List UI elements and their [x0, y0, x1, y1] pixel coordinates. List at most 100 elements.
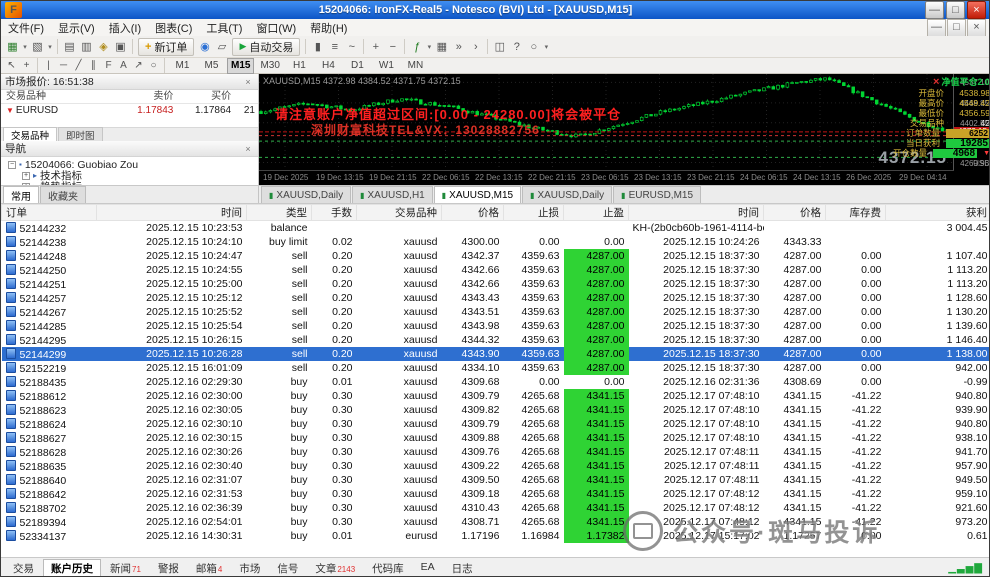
order-row[interactable]: 52188624 2025.12.16 02:30:10 buy 0.30 xauusd…	[2, 417, 990, 431]
menu-item-5[interactable]: 窗口(W)	[249, 19, 303, 37]
mw-column-0[interactable]: 交易品种	[1, 90, 112, 103]
bottom-tab-2[interactable]: 新闻 71	[102, 559, 149, 577]
dropdown-icon[interactable]: ▾	[21, 39, 29, 55]
timeframe-d1-button[interactable]: D1	[344, 58, 371, 74]
minimize-icon[interactable]: —	[925, 1, 944, 19]
bottom-tab-7[interactable]: 文章 2143	[307, 559, 363, 577]
col-sl[interactable]: 止损	[503, 204, 564, 221]
menu-restore-icon[interactable]: □	[947, 18, 966, 37]
shift-icon[interactable]: ›	[467, 39, 484, 55]
mw-column-2[interactable]: 买价	[173, 90, 231, 103]
zoom-in-icon[interactable]: +	[367, 39, 384, 55]
order-row[interactable]: 52189394 2025.12.16 02:54:01 buy 0.30 xauusd…	[2, 515, 990, 529]
navigator-tab-1[interactable]: 收藏夹	[40, 186, 86, 203]
nav-close-icon[interactable]: ×	[242, 141, 254, 157]
col-profit[interactable]: 获利	[885, 204, 989, 221]
chart-tab-3[interactable]: ▮ XAUUSD,Daily	[522, 186, 613, 203]
chart-tab-2[interactable]: ▮ XAUUSD,M15	[433, 186, 522, 203]
menu-item-2[interactable]: 插入(I)	[102, 19, 148, 37]
candles-icon[interactable]: ▮	[309, 39, 326, 55]
col-symbol[interactable]: 交易品种	[356, 204, 442, 221]
bottom-tab-1[interactable]: 账户历史	[43, 558, 101, 576]
timeframe-h1-button[interactable]: H1	[286, 58, 313, 74]
order-row[interactable]: 52188623 2025.12.16 02:30:05 buy 0.30 xauusd…	[2, 403, 990, 417]
vline-icon[interactable]: |	[41, 59, 56, 72]
timeframe-m30-button[interactable]: M30	[256, 58, 283, 74]
mql5-icon[interactable]: ◉	[196, 39, 213, 55]
order-row[interactable]: 52188612 2025.12.16 02:30:00 buy 0.30 xauusd…	[2, 389, 990, 403]
order-row[interactable]: 52144267 2025.12.15 10:25:52 sell 0.20 xauus…	[2, 305, 990, 319]
order-row[interactable]: 52334137 2025.12.16 14:30:31 buy 0.01 eurusd…	[2, 529, 990, 543]
mw-column-1[interactable]: 卖价	[112, 90, 173, 103]
indicators-icon[interactable]: ƒ	[408, 39, 425, 55]
windows-icon[interactable]: ◫	[491, 39, 508, 55]
order-row[interactable]: 52188702 2025.12.16 02:36:39 buy 0.30 xauusd…	[2, 501, 990, 515]
messages-icon[interactable]: ▱	[213, 39, 230, 55]
order-row[interactable]: 52144295 2025.12.15 10:26:15 sell 0.20 xauus…	[2, 333, 990, 347]
new-order-button[interactable]: + 新订单	[138, 37, 195, 56]
bottom-tab-3[interactable]: 警报	[150, 559, 187, 577]
col-close-time[interactable]: 时间	[628, 204, 764, 221]
profiles-icon[interactable]: ▧	[29, 39, 46, 55]
col-tp[interactable]: 止盈	[563, 204, 629, 221]
timeframe-m5-button[interactable]: M5	[198, 58, 225, 74]
chart-area[interactable]: XAUUSD,M15 4372.98 4384.52 4371.75 4372.…	[259, 74, 989, 185]
menu-item-1[interactable]: 显示(V)	[51, 19, 102, 37]
dropdown-icon[interactable]: ▾	[46, 39, 54, 55]
text-icon[interactable]: A	[116, 59, 131, 72]
hline-icon[interactable]: ─	[56, 59, 71, 72]
order-row[interactable]: 52144232 2025.12.15 10:23:53 balance KH-(2b…	[2, 221, 990, 236]
bottom-tab-0[interactable]: 交易	[5, 559, 42, 577]
order-row[interactable]: 52188435 2025.12.16 02:29:30 buy 0.01 xauusd…	[2, 375, 990, 389]
timeframe-w1-button[interactable]: W1	[373, 58, 400, 74]
col-open-time[interactable]: 时间	[96, 204, 247, 221]
cursor-icon[interactable]: ↖	[4, 59, 19, 72]
bottom-tab-10[interactable]: 日志	[444, 559, 481, 577]
market-watch-icon[interactable]: ▤	[61, 39, 78, 55]
timeframe-h4-button[interactable]: H4	[315, 58, 342, 74]
col-close-price[interactable]: 价格	[763, 204, 826, 221]
chart-tab-0[interactable]: ▮ XAUUSD,Daily	[261, 186, 352, 203]
maximize-icon[interactable]: □	[946, 1, 965, 19]
order-row[interactable]: 52152219 2025.12.15 16:01:09 sell 0.20 xauus…	[2, 361, 990, 375]
order-row[interactable]: 52144299 2025.12.15 10:26:28 sell 0.20 xauus…	[1, 347, 989, 361]
timeframe-m1-button[interactable]: M1	[169, 58, 196, 74]
dropdown-icon[interactable]: ▾	[425, 39, 433, 55]
market-watch-row[interactable]: ▼ EURUSD 1.17843 1.17864 21	[1, 104, 258, 117]
order-row[interactable]: 52188627 2025.12.16 02:30:15 buy 0.30 xauusd…	[2, 431, 990, 445]
new-chart-icon[interactable]: ▦	[4, 39, 21, 55]
channel-icon[interactable]: ∥	[86, 59, 101, 72]
bottom-tab-9[interactable]: EA	[413, 559, 443, 577]
order-row[interactable]: 52144250 2025.12.15 10:24:55 sell 0.20 xauus…	[2, 263, 990, 277]
shapes-icon[interactable]: ○	[146, 59, 161, 72]
bottom-tab-8[interactable]: 代码库	[364, 559, 412, 577]
chart-tab-4[interactable]: ▮ EURUSD,M15	[613, 186, 702, 203]
menu-minimize-icon[interactable]: —	[927, 18, 946, 37]
bottom-tab-4[interactable]: 邮箱 4	[188, 559, 230, 577]
grid-icon[interactable]: ▦	[433, 39, 450, 55]
expand-plus-icon[interactable]: +	[22, 171, 30, 180]
order-row[interactable]: 52188642 2025.12.16 02:31:53 buy 0.30 xauusd…	[2, 487, 990, 501]
time-axis[interactable]: 19 Dec 2025 19 Dec 13:15 19 Dec 21:15 22 De…	[259, 170, 954, 185]
col-order[interactable]: 订单	[1, 204, 97, 221]
menu-item-0[interactable]: 文件(F)	[1, 19, 51, 37]
col-price[interactable]: 价格	[441, 204, 504, 221]
collapse-minus-icon[interactable]: −	[8, 160, 16, 169]
col-swap[interactable]: 库存费	[825, 204, 886, 221]
navigator-icon[interactable]: ◈	[95, 39, 112, 55]
bars-icon[interactable]: ≡	[326, 39, 343, 55]
chart-tab-1[interactable]: ▮ XAUUSD,H1	[352, 186, 433, 203]
order-row[interactable]: 52144248 2025.12.15 10:24:47 sell 0.20 xauus…	[2, 249, 990, 263]
dropdown-icon[interactable]: ▾	[542, 39, 550, 55]
fibo-icon[interactable]: F	[101, 59, 116, 72]
mw-tab-1[interactable]: 即时图	[58, 127, 103, 142]
menu-item-3[interactable]: 图表(C)	[148, 19, 199, 37]
zoom-out-icon[interactable]: −	[384, 39, 401, 55]
order-row[interactable]: 52188628 2025.12.16 02:30:26 buy 0.30 xauusd…	[2, 445, 990, 459]
search-icon[interactable]: ○	[525, 39, 542, 55]
order-row[interactable]: 52188635 2025.12.16 02:30:40 buy 0.30 xauusd…	[2, 459, 990, 473]
menu-item-6[interactable]: 帮助(H)	[303, 19, 354, 37]
navigator-tab-0[interactable]: 常用	[3, 186, 39, 203]
line-chart-icon[interactable]: ~	[343, 39, 360, 55]
menu-close-icon[interactable]: ×	[967, 18, 986, 37]
